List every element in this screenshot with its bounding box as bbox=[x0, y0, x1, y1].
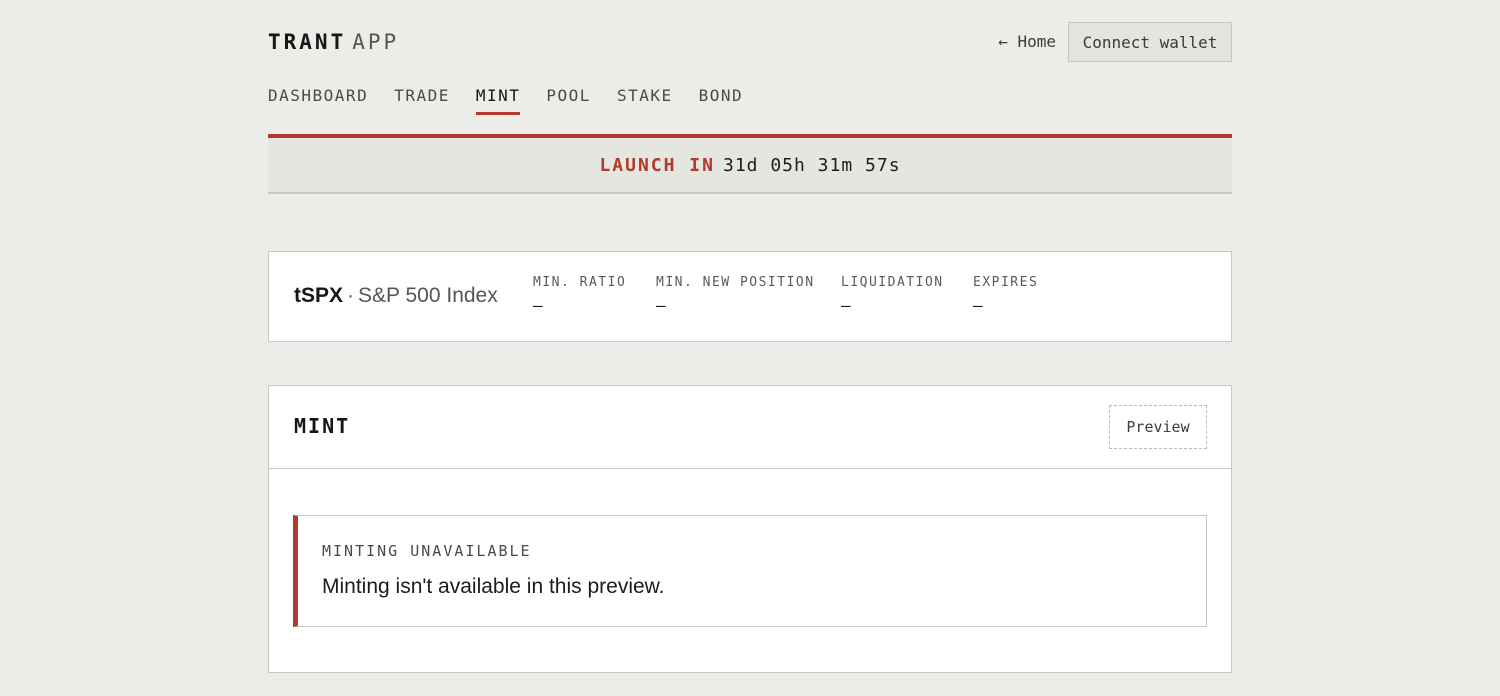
stat-value: — bbox=[656, 296, 666, 315]
nav-item-stake[interactable]: STAKE bbox=[617, 86, 673, 114]
stat-expires: EXPIRES — bbox=[973, 275, 1038, 315]
connect-wallet-button[interactable]: Connect wallet bbox=[1068, 22, 1232, 62]
top-header: TRANT APP ← Home Connect wallet bbox=[268, 22, 1232, 62]
launch-banner: LAUNCH IN 31d 05h 31m 57s bbox=[268, 134, 1232, 194]
stat-min-new-position: MIN. NEW POSITION — bbox=[656, 275, 815, 315]
stat-value: — bbox=[973, 296, 983, 315]
launch-label: LAUNCH IN bbox=[599, 155, 715, 176]
nav-item-pool[interactable]: POOL bbox=[546, 86, 591, 114]
alert-message: Minting isn't available in this preview. bbox=[322, 575, 665, 598]
nav-item-bond[interactable]: BOND bbox=[699, 86, 744, 114]
market-ticker: tSPX bbox=[294, 284, 344, 307]
stat-value: — bbox=[533, 296, 543, 315]
nav-item-trade[interactable]: TRADE bbox=[394, 86, 450, 114]
mint-title: MINT bbox=[294, 414, 351, 438]
stat-label: EXPIRES bbox=[973, 275, 1039, 290]
stat-label: MIN. NEW POSITION bbox=[656, 275, 815, 290]
brand-logo[interactable]: TRANT APP bbox=[268, 30, 399, 54]
market-title: tSPX · S&P 500 Index bbox=[294, 284, 498, 308]
brand-name: TRANT bbox=[268, 30, 347, 54]
main-nav: DASHBOARD TRADE MINT POOL STAKE BOND bbox=[268, 86, 769, 115]
stat-label: LIQUIDATION bbox=[841, 275, 944, 290]
mint-card-header: MINT Preview bbox=[269, 386, 1231, 469]
alert-title: MINTING UNAVAILABLE bbox=[322, 542, 532, 560]
stat-value: — bbox=[841, 296, 851, 315]
preview-badge: Preview bbox=[1109, 405, 1207, 449]
minting-unavailable-alert: MINTING UNAVAILABLE Minting isn't availa… bbox=[293, 515, 1207, 627]
brand-suffix: APP bbox=[352, 30, 400, 54]
home-link[interactable]: ← Home bbox=[998, 32, 1056, 51]
nav-item-dashboard[interactable]: DASHBOARD bbox=[268, 86, 368, 114]
stat-label: MIN. RATIO bbox=[533, 275, 627, 290]
mint-card: MINT Preview MINTING UNAVAILABLE Minting… bbox=[268, 385, 1232, 673]
market-summary-card: tSPX · S&P 500 Index MIN. RATIO — MIN. NEW… bbox=[268, 251, 1232, 342]
launch-countdown: 31d 05h 31m 57s bbox=[722, 155, 901, 176]
stat-min-ratio: MIN. RATIO — bbox=[533, 275, 626, 315]
market-name: S&P 500 Index bbox=[358, 284, 498, 307]
stat-liquidation: LIQUIDATION — bbox=[841, 275, 944, 315]
market-separator: · bbox=[347, 284, 355, 307]
nav-item-mint[interactable]: MINT bbox=[475, 86, 521, 115]
